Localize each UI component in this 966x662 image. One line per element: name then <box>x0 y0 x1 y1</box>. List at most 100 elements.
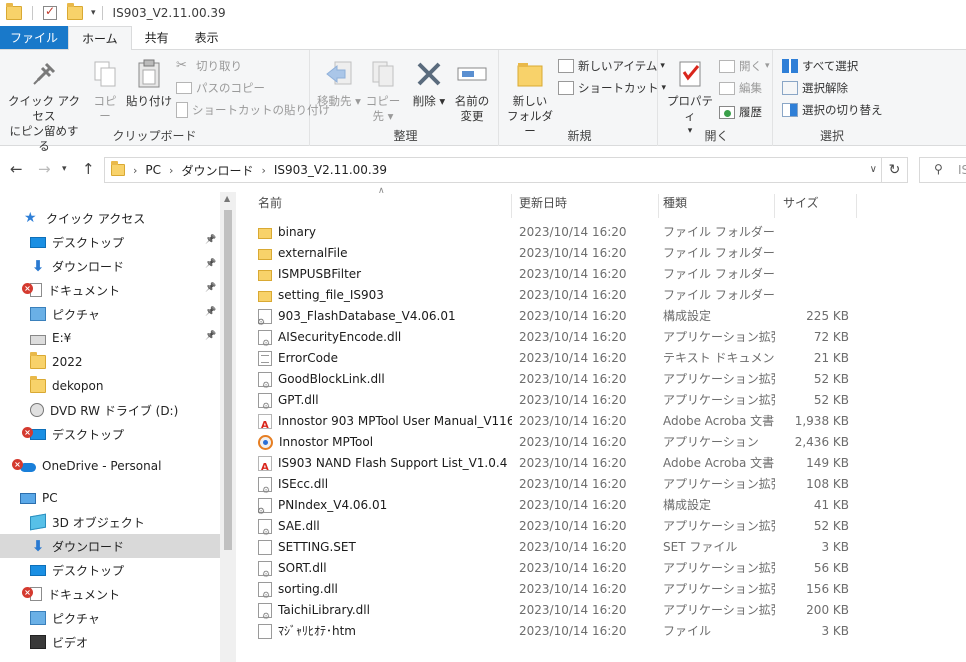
file-row[interactable]: Innostor MPTool 2023/10/14 16:20 アプリケーション 2… <box>246 432 966 453</box>
nav-item[interactable]: 2022 <box>0 350 220 374</box>
breadcrumb-current-folder[interactable]: IS903_V2.11.00.39 <box>274 163 387 177</box>
breadcrumb-pc[interactable]: PC <box>145 163 161 177</box>
navigation-scrollbar[interactable]: ▲ <box>220 192 236 662</box>
back-arrow-icon[interactable]: ← <box>10 160 23 178</box>
tab-home[interactable]: ホーム <box>68 26 132 51</box>
nav-item[interactable]: × OneDrive - Personal <box>0 454 220 478</box>
breadcrumb-downloads[interactable]: ダウンロード <box>181 162 253 179</box>
nav-item[interactable]: ピクチャ 📌 <box>0 302 220 326</box>
rename-button[interactable]: 名前の 変更 <box>451 58 493 124</box>
paste-button[interactable]: 貼り付け <box>126 58 172 109</box>
file-row[interactable]: SAE.dll 2023/10/14 16:20 アプリケーション拡張 52 KB <box>246 516 966 537</box>
nav-item[interactable]: ⬇ ダウンロード <box>0 534 220 558</box>
nav-item[interactable]: デスクトップ <box>0 558 220 582</box>
file-row[interactable]: GoodBlockLink.dll 2023/10/14 16:20 アプリケーショ… <box>246 369 966 390</box>
breadcrumb-separator-icon[interactable]: › <box>169 164 173 177</box>
chevron-down-icon: ▾ <box>765 61 770 71</box>
address-bar[interactable]: › PC › ダウンロード › IS903_V2.11.00.39 ∨ ↻ <box>104 157 908 183</box>
paste-shortcut-button[interactable]: ショートカットの貼り付け <box>176 100 330 120</box>
column-header-size[interactable]: サイズ <box>783 194 857 218</box>
cut-button[interactable]: ✂ 切り取り <box>176 56 242 76</box>
scissors-icon: ✂ <box>176 58 187 73</box>
file-row[interactable]: ISEcc.dll 2023/10/14 16:20 アプリケーション拡張 108 K… <box>246 474 966 495</box>
nav-item[interactable]: 3D オブジェクト <box>0 510 220 534</box>
select-none-button[interactable]: 選択解除 <box>782 78 848 98</box>
pin-icon[interactable]: 📌 <box>205 331 216 341</box>
file-row[interactable]: IS903 NAND Flash Support List_V1.0.4 2023… <box>246 453 966 474</box>
file-date: 2023/10/14 16:20 <box>519 456 627 470</box>
file-row[interactable]: externalFile 2023/10/14 16:20 ファイル フォルダー <box>246 243 966 264</box>
scroll-up-arrow-icon[interactable]: ▲ <box>224 194 230 203</box>
search-box[interactable]: ⚲ IS <box>919 157 966 183</box>
new-folder-label-line1: 新しい <box>512 94 548 108</box>
scroll-thumb[interactable] <box>224 210 232 550</box>
nav-item[interactable]: ★ クイック アクセス <box>0 206 220 230</box>
nav-item[interactable]: ビデオ <box>0 630 220 654</box>
file-row[interactable]: ISMPUSBFilter 2023/10/14 16:20 ファイル フォルダー <box>246 264 966 285</box>
copy-button[interactable]: コピー <box>88 58 122 124</box>
breadcrumb-separator-icon[interactable]: › <box>261 164 265 177</box>
file-row[interactable]: sorting.dll 2023/10/14 16:20 アプリケーション拡張 156… <box>246 579 966 600</box>
nav-item[interactable]: × ドキュメント <box>0 582 220 606</box>
file-row[interactable]: SORT.dll 2023/10/14 16:20 アプリケーション拡張 56 KB <box>246 558 966 579</box>
file-row[interactable]: ErrorCode 2023/10/14 16:20 テキスト ドキュメント 21 K… <box>246 348 966 369</box>
file-name: Innostor 903 MPTool User Manual_V116_00 <box>278 414 512 428</box>
breadcrumb-separator-icon[interactable]: › <box>133 164 137 177</box>
move-to-button[interactable]: 移動先 ▾ <box>317 58 361 109</box>
file-date: 2023/10/14 16:20 <box>519 309 627 323</box>
edit-button[interactable]: 編集 <box>719 78 762 98</box>
invert-selection-button[interactable]: 選択の切り替え <box>782 100 883 120</box>
new-item-button[interactable]: 新しいアイテム ▾ <box>558 56 665 76</box>
forward-arrow-icon[interactable]: → <box>38 160 51 178</box>
select-all-button[interactable]: すべて選択 <box>782 56 858 76</box>
file-name-cell: externalFile <box>258 243 512 264</box>
column-header-type[interactable]: 種類 <box>663 194 775 218</box>
ribbon-tabs: ファイル ホーム 共有 表示 <box>0 26 966 51</box>
nav-item[interactable]: DVD RW ドライブ (D:) <box>0 398 220 422</box>
file-name: 903_FlashDatabase_V4.06.01 <box>278 309 456 323</box>
file-row[interactable]: PNIndex_V4.06.01 2023/10/14 16:20 構成設定 41 K… <box>246 495 966 516</box>
pin-icon[interactable]: 📌 <box>205 235 216 245</box>
address-dropdown-icon[interactable]: ∨ <box>870 164 877 175</box>
pin-icon[interactable]: 📌 <box>205 259 216 269</box>
file-row[interactable]: 903_FlashDatabase_V4.06.01 2023/10/14 16:… <box>246 306 966 327</box>
nav-item[interactable]: デスクトップ 📌 <box>0 230 220 254</box>
tab-share[interactable]: 共有 <box>132 26 182 49</box>
new-folder-quick-icon[interactable] <box>67 3 83 20</box>
file-row[interactable]: binary 2023/10/14 16:20 ファイル フォルダー <box>246 222 966 243</box>
nav-item[interactable]: E:¥ 📌 <box>0 326 220 350</box>
nav-item[interactable]: ⬇ ダウンロード 📌 <box>0 254 220 278</box>
copy-to-button[interactable]: コピー先 ▾ <box>361 58 405 124</box>
file-row[interactable]: ﾏｼﾞｬﾘﾋｵﾃ･htm 2023/10/14 16:20 ファイル 3 KB <box>246 621 966 642</box>
copy-path-button[interactable]: パスのコピー <box>176 78 265 98</box>
open-button[interactable]: 開く ▾ <box>719 56 770 76</box>
pin-icon[interactable]: 📌 <box>205 307 216 317</box>
nav-item[interactable]: PC <box>0 486 220 510</box>
column-header-name[interactable]: 名前 <box>258 194 512 218</box>
file-row[interactable]: AISecurityEncode.dll 2023/10/14 16:20 アプリケ… <box>246 327 966 348</box>
file-row[interactable]: SETTING.SET 2023/10/14 16:20 SET ファイル 3 KB <box>246 537 966 558</box>
dll-file-icon <box>258 330 272 348</box>
nav-item-label: ドキュメント <box>48 283 121 298</box>
recent-locations-icon[interactable]: ▾ <box>62 164 67 174</box>
file-row[interactable]: TaichiLibrary.dll 2023/10/14 16:20 アプリケーショ… <box>246 600 966 621</box>
tab-file[interactable]: ファイル <box>0 26 69 49</box>
nav-item[interactable]: ピクチャ <box>0 606 220 630</box>
refresh-icon[interactable]: ↻ <box>881 158 907 182</box>
up-arrow-icon[interactable]: ↑ <box>82 160 95 178</box>
file-row[interactable]: setting_file_IS903 2023/10/14 16:20 ファイル フ… <box>246 285 966 306</box>
file-row[interactable]: GPT.dll 2023/10/14 16:20 アプリケーション拡張 52 KB <box>246 390 966 411</box>
history-button[interactable]: 履歴 <box>719 102 762 122</box>
history-label: 履歴 <box>739 105 762 119</box>
pin-icon[interactable]: 📌 <box>205 283 216 293</box>
nav-item[interactable]: × ドキュメント 📌 <box>0 278 220 302</box>
easy-access-shortcut-button[interactable]: ショートカット ▾ <box>558 78 666 98</box>
nav-item[interactable]: × デスクトップ <box>0 422 220 446</box>
tab-view[interactable]: 表示 <box>182 26 232 49</box>
file-row[interactable]: Innostor 903 MPTool User Manual_V116_00 2… <box>246 411 966 432</box>
nav-item[interactable]: dekopon <box>0 374 220 398</box>
delete-button[interactable]: 削除 ▾ <box>411 58 447 109</box>
quick-access-toolbar-dropdown-icon[interactable]: ▾ <box>91 8 96 18</box>
properties-quick-icon[interactable] <box>43 4 57 20</box>
column-header-date[interactable]: 更新日時 <box>519 194 659 218</box>
